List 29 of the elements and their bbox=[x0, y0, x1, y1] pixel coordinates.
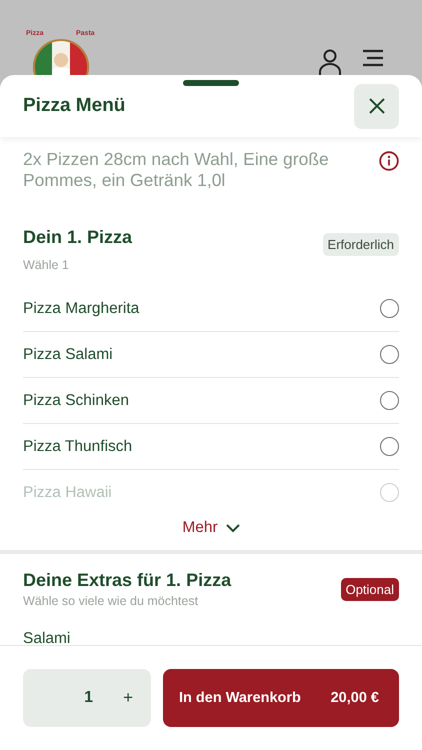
section-subtitle: Wähle 1 bbox=[23, 258, 70, 272]
chevron-down-icon bbox=[226, 524, 240, 532]
section-subtitle: Wähle so viele wie du möchtest bbox=[23, 594, 200, 608]
option-label: Salami bbox=[23, 630, 70, 645]
sheet-title: Pizza Menü bbox=[23, 95, 126, 117]
menu-icon[interactable] bbox=[362, 49, 384, 67]
option-label: Pizza Hawaii bbox=[23, 484, 112, 502]
option-label: Pizza Thunfisch bbox=[23, 438, 132, 456]
option-label: Pizza Salami bbox=[23, 346, 113, 364]
drag-handle[interactable] bbox=[183, 80, 239, 86]
add-to-cart-button[interactable]: In den Warenkorb 20,00 € bbox=[163, 669, 399, 727]
option-label: Pizza Margherita bbox=[23, 300, 140, 318]
close-icon bbox=[368, 97, 386, 115]
info-icon[interactable] bbox=[379, 151, 399, 171]
radio-button[interactable] bbox=[380, 437, 399, 456]
status-badge: Optional bbox=[340, 578, 399, 600]
section-title: Dein 1. Pizza bbox=[23, 227, 132, 248]
radio-button[interactable] bbox=[380, 299, 399, 318]
plus-button[interactable]: + bbox=[123, 688, 133, 708]
description-text: 2x Pizzen 28cm nach Wahl, Eine große Pommes, ein Getränk 1,0l bbox=[23, 149, 330, 191]
user-icon[interactable] bbox=[318, 49, 342, 75]
radio-button[interactable] bbox=[380, 391, 399, 410]
option-label: Pizza Schinken bbox=[23, 392, 129, 410]
more-button[interactable]: Mehr bbox=[176, 518, 246, 538]
section-title: Deine Extras für 1. Pizza bbox=[23, 570, 232, 591]
radio-button[interactable] bbox=[380, 345, 399, 364]
quantity-value: 1 bbox=[84, 689, 94, 707]
close-button[interactable] bbox=[354, 84, 399, 128]
status-badge: Erforderlich bbox=[322, 233, 399, 256]
